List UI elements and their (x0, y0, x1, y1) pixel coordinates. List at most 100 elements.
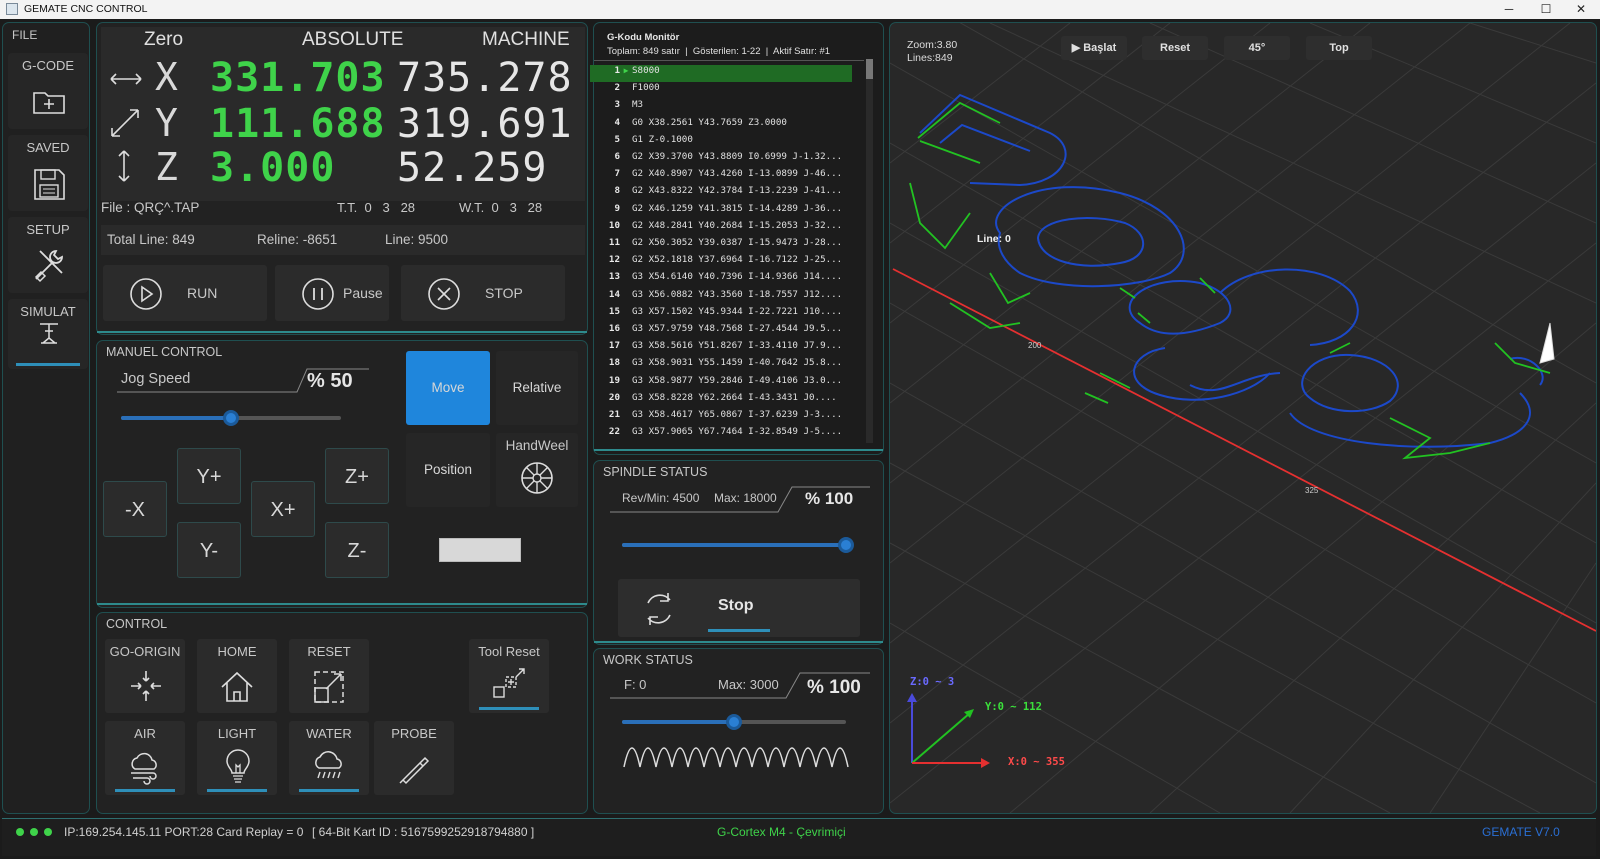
spindle-stop-button[interactable]: Stop (618, 579, 860, 637)
reset-button[interactable]: RESET (289, 639, 369, 713)
gcode-line[interactable]: 18 G3 X58.9031 Y55.1459 I-40.7642 J5.8... (590, 357, 852, 374)
home-button[interactable]: HOME (197, 639, 277, 713)
view-45-button[interactable]: 45° (1224, 36, 1290, 60)
jog-z-minus-button[interactable]: Z- (325, 522, 389, 578)
total-time: T.T. 0 3 28 (337, 200, 416, 215)
spindle-slider-knob[interactable] (838, 537, 854, 553)
gcode-line[interactable]: 6 G2 X39.3700 Y43.8809 I0.6999 J-1.32... (590, 151, 852, 168)
current-line: Line: 9500 (385, 232, 449, 247)
gcode-line[interactable]: 16 G3 X57.9759 Y48.7568 I-27.4544 J9.5... (590, 323, 852, 340)
light-indicator (207, 789, 267, 792)
tool-reset-label: Tool Reset (478, 644, 540, 659)
probe-button[interactable]: PROBE (374, 721, 454, 795)
water-button[interactable]: WATER (289, 721, 369, 795)
go-origin-button[interactable]: GO-ORIGIN (105, 639, 185, 713)
move-button[interactable]: Move (406, 351, 490, 425)
gcode-line[interactable]: 19 G3 X58.9877 Y59.2846 I-49.4106 J3.0... (590, 375, 852, 392)
maximize-button[interactable]: ☐ (1527, 0, 1565, 19)
gcode-line[interactable]: 10 G2 X48.2841 Y40.2684 I-15.2053 J-32... (590, 220, 852, 237)
gcode-line[interactable]: 4 G0 X38.2561 Y43.7659 Z3.0000 (590, 117, 852, 134)
start-button[interactable]: ▶ Başlat (1061, 36, 1127, 60)
line-code: G0 X38.2561 Y43.7659 Z3.0000 (632, 116, 787, 128)
gcode-line[interactable]: 5 G1 Z-0.1000 (590, 134, 852, 151)
gcode-scrollbar[interactable] (866, 59, 873, 443)
gcode-line[interactable]: 17 G3 X58.5616 Y51.8267 I-33.4110 J7.9... (590, 340, 852, 357)
gcode-line[interactable]: 21 G3 X58.4617 Y65.0867 I-37.6239 J-3.... (590, 409, 852, 426)
gcode-line[interactable]: 1 ▶ S8000 (590, 65, 852, 82)
sidebar-item-simulate[interactable]: SIMULAT (8, 299, 88, 369)
sidebar: FILE G-CODE SAVED SETUP SIMULAT (2, 22, 90, 814)
sidebar-item-label: SAVED (26, 140, 70, 155)
home-label: HOME (217, 644, 257, 659)
close-button[interactable]: ✕ (1562, 0, 1600, 19)
light-label: LIGHT (217, 726, 257, 741)
line-code: G2 X39.3700 Y43.8809 I0.6999 J-1.32... (632, 151, 843, 162)
panel-accent (97, 331, 587, 333)
position-button[interactable]: Position (406, 433, 490, 507)
gcode-line[interactable]: 11 G2 X50.3052 Y39.0387 I-15.9473 J-28... (590, 237, 852, 254)
handwheel-button[interactable]: HandWeel (496, 433, 578, 507)
line-code: G2 X43.8322 Y42.3784 I-13.2239 J-41... (632, 185, 843, 197)
gcode-scroll-thumb[interactable] (866, 59, 873, 79)
gcode-line[interactable]: 3 M3 (590, 99, 852, 116)
gcode-line[interactable]: 14 G3 X56.0882 Y43.3560 I-18.7557 J12.... (590, 289, 852, 306)
gcode-line[interactable]: 8 G2 X43.8322 Y42.3784 I-13.2239 J-41... (590, 185, 852, 202)
tick-200: 200 (1028, 341, 1042, 350)
card-id: [ 64-Bit Kart ID : 5167599252918794880 ] (312, 825, 535, 839)
sidebar-item-saved[interactable]: SAVED (8, 135, 88, 211)
save-icon (34, 169, 65, 200)
axis-x-label: X (155, 55, 178, 99)
feed-max: Max: 3000 (718, 677, 779, 692)
work-title: WORK STATUS (603, 653, 693, 667)
axis-z-label: Z (155, 145, 178, 189)
run-button[interactable]: RUN (103, 265, 267, 321)
gcode-line[interactable]: 12 G2 X52.1818 Y37.6964 I-16.7122 J-25... (590, 254, 852, 271)
pause-button[interactable]: Pause (275, 265, 389, 321)
jog-speed-knob[interactable] (223, 410, 239, 426)
y-range-label: Y:0 ~ 112 (985, 701, 1042, 713)
gcode-line[interactable]: 9 G2 X46.1259 Y41.3815 I-14.4289 J-36... (590, 203, 852, 220)
run-label: RUN (187, 285, 218, 301)
zero-header[interactable]: Zero (144, 29, 183, 51)
gcode-line[interactable]: 20 G3 X58.8228 Y62.2664 I-43.3431 J0.... (590, 392, 852, 409)
minimize-button[interactable]: ─ (1490, 0, 1528, 19)
work-slider-knob[interactable] (726, 714, 742, 730)
x-machine-value: 735.278 (397, 55, 573, 101)
go-origin-icon (131, 671, 161, 701)
viewer-reset-button[interactable]: Reset (1142, 36, 1208, 60)
light-button[interactable]: LIGHT (197, 721, 277, 795)
feed-value: F: 0 (624, 677, 647, 692)
grid-lines (890, 23, 1596, 813)
viewer-canvas[interactable] (890, 23, 1596, 813)
sidebar-item-setup[interactable]: SETUP (8, 217, 88, 293)
air-button[interactable]: AIR (105, 721, 185, 795)
folder-add-icon (33, 92, 65, 114)
pause-icon (302, 278, 334, 310)
line-number: 9 (614, 202, 620, 214)
jog-z-plus-button[interactable]: Z+ (325, 448, 389, 504)
gcode-line[interactable]: 13 G3 X54.6140 Y40.7396 I-14.9366 J14.... (590, 271, 852, 288)
z-axis-arrow-icon (118, 150, 130, 182)
jog-x-plus-button[interactable]: X+ (251, 481, 315, 537)
line-code: G3 X57.9065 Y67.7464 I-32.8549 J-5.... (632, 426, 843, 438)
jog-y-minus-button[interactable]: Y- (177, 522, 241, 578)
line-number: 5 (614, 133, 620, 145)
stop-button[interactable]: STOP (401, 265, 565, 321)
jog-speed-fill (121, 416, 231, 420)
relative-button[interactable]: Relative (496, 351, 578, 425)
gcode-line[interactable]: 7 G2 X40.8907 Y43.4260 I-13.0899 J-46... (590, 168, 852, 185)
gcode-line[interactable]: 22 G3 X57.9065 Y67.7464 I-32.8549 J-5.... (590, 426, 852, 443)
sidebar-item-gcode[interactable]: G-CODE (8, 53, 88, 129)
gcode-line[interactable]: 2 F1000 (590, 82, 852, 99)
gcode-summary: Toplam: 849 satır | Gösterilen: 1-22 | A… (607, 46, 831, 57)
line-number: 7 (614, 168, 620, 180)
tool-reset-button[interactable]: Tool Reset (469, 639, 549, 713)
jog-x-minus-button[interactable]: -X (103, 481, 167, 537)
view-top-button[interactable]: Top (1306, 36, 1372, 60)
control-panel: CONTROL GO-ORIGIN HOME RESET Tool Reset … (96, 612, 588, 814)
gcode-line[interactable]: 15 G3 X57.1502 Y45.9344 I-22.7221 J10.... (590, 306, 852, 323)
jog-y-plus-button[interactable]: Y+ (177, 448, 241, 504)
handwheel-label: HandWeel (505, 438, 569, 453)
toolpath-viewer[interactable]: Zoom:3.80 Lines:849 ▶ Başlat Reset 45° T… (889, 22, 1597, 814)
step-input[interactable] (439, 538, 521, 562)
